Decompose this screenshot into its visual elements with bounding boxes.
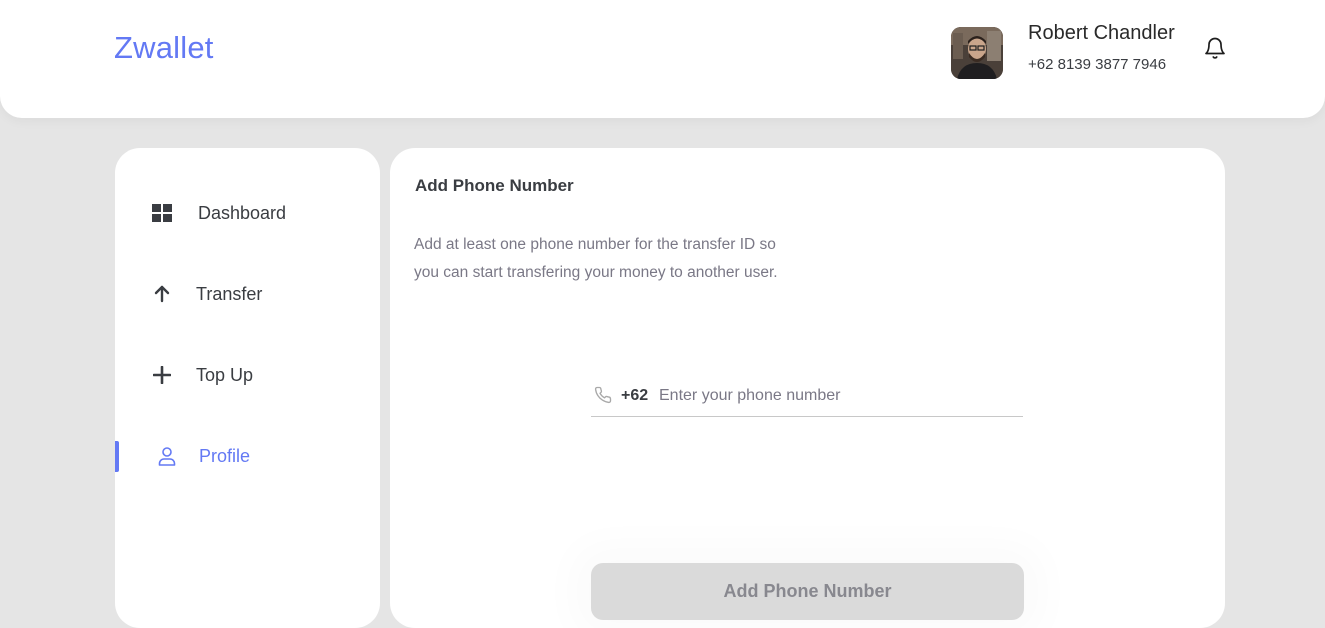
add-phone-number-button[interactable]: Add Phone Number	[591, 563, 1024, 620]
arrow-up-icon	[151, 283, 173, 305]
sidebar-item-label: Transfer	[196, 283, 263, 304]
phone-number-field[interactable]: +62	[591, 378, 1023, 417]
plus-icon	[151, 364, 173, 386]
page-title: Add Phone Number	[415, 176, 574, 195]
avatar[interactable]	[951, 27, 1003, 79]
sidebar-item-transfer[interactable]: Transfer	[115, 274, 380, 314]
user-avatar-photo	[951, 27, 1003, 79]
page-description: Add at least one phone number for the tr…	[414, 231, 814, 287]
description-line: Add at least one phone number for the tr…	[414, 236, 776, 253]
main-panel: Add Phone Number Add at least one phone …	[390, 148, 1225, 628]
sidebar-item-label: Profile	[199, 445, 251, 466]
sidebar-item-profile[interactable]: Profile	[115, 436, 380, 476]
country-code-prefix: +62	[621, 387, 649, 404]
sidebar: Dashboard Transfer Top Up Profile	[115, 148, 380, 628]
user-phone: +62 8139 3877 7946	[1028, 56, 1167, 73]
active-indicator	[115, 441, 119, 472]
phone-icon	[594, 386, 612, 404]
bell-icon[interactable]	[1203, 35, 1227, 61]
top-header: Zwallet Robert Chandler +62 8139 3877 79…	[0, 0, 1325, 118]
sidebar-item-label: Dashboard	[198, 202, 287, 223]
brand-logo[interactable]: Zwallet	[114, 30, 214, 66]
sidebar-item-top-up[interactable]: Top Up	[115, 355, 380, 395]
user-icon	[156, 445, 178, 467]
user-name: Robert Chandler	[1028, 22, 1175, 44]
sidebar-item-dashboard[interactable]: Dashboard	[115, 193, 380, 233]
description-line: you can start transfering your money to …	[414, 264, 778, 281]
sidebar-item-label: Top Up	[196, 364, 254, 385]
grid-icon	[151, 202, 173, 224]
phone-number-input[interactable]	[659, 382, 1009, 410]
